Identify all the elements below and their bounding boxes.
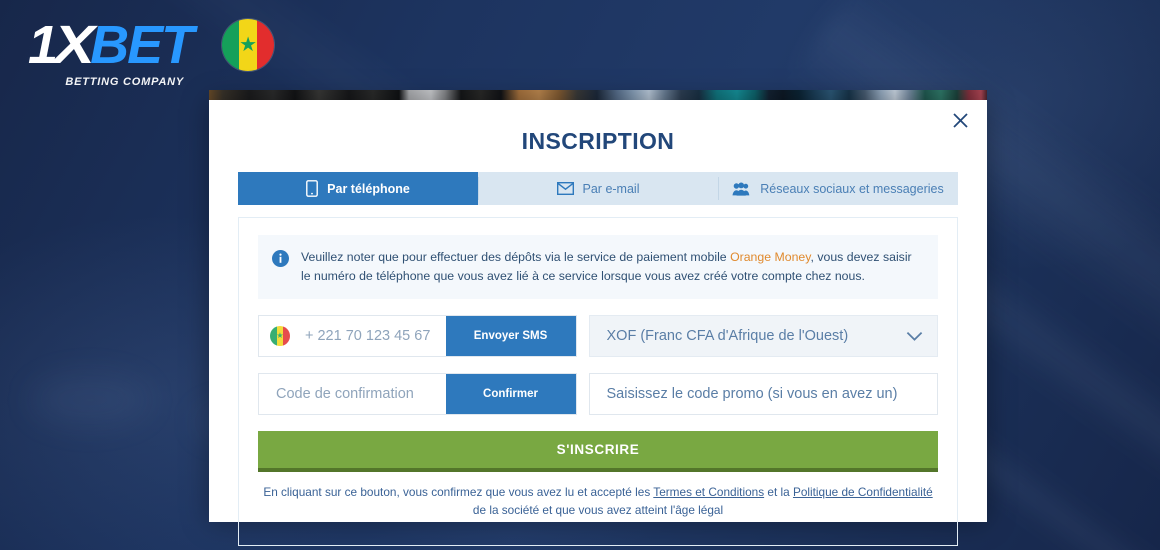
promo-code-field[interactable]: Saisissez le code promo (si vous en avez…	[588, 373, 938, 416]
background-blob	[30, 375, 150, 425]
registration-method-tabs: Par téléphone Par e-mail Réseaux sociaux…	[238, 172, 958, 205]
senegal-flag-icon: ★	[270, 326, 290, 347]
notice-text: Veuillez noter que pour effectuer des dé…	[301, 248, 924, 286]
brand-logo[interactable]: 1XBET BETTING COMPANY	[28, 15, 194, 88]
form-row-phone: ★ + 221 70 123 45 67 Envoyer SMS XOF (Fr…	[258, 315, 938, 358]
logo-one: 1	[28, 15, 58, 75]
senegal-flag-icon: ★	[222, 19, 275, 71]
confirmation-code-input[interactable]: Code de confirmation	[259, 374, 446, 414]
tab-par-telephone[interactable]: Par téléphone	[238, 172, 478, 205]
logo-wordmark: 1XBET	[28, 15, 194, 75]
info-icon	[272, 248, 289, 267]
people-icon	[732, 182, 751, 196]
phone-field-group: ★ + 221 70 123 45 67 Envoyer SMS	[258, 315, 577, 358]
country-flag-selector[interactable]: ★	[259, 316, 301, 356]
confirmation-field-group: Code de confirmation Confirmer	[258, 373, 577, 416]
tab-reseaux-sociaux[interactable]: Réseaux sociaux et messageries	[718, 172, 958, 205]
terms-part3: de la société et que vous avez atteint l…	[472, 502, 724, 517]
registration-modal: INSCRIPTION Par téléphone Par e-mail Rés…	[209, 100, 987, 547]
form-row-confirmation: Code de confirmation Confirmer Saisissez…	[258, 373, 938, 416]
terms-text: En cliquant sur ce bouton, vous confirme…	[258, 484, 938, 519]
terms-and-conditions-link[interactable]: Termes et Conditions	[653, 485, 764, 499]
tab-label: Réseaux sociaux et messageries	[760, 181, 944, 196]
page-root: 1XBET BETTING COMPANY ★ INSCRIPTION Par …	[0, 0, 1160, 550]
tab-label: Par e-mail	[582, 181, 640, 196]
currency-value: XOF (Franc CFA d'Afrique de l'Ouest)	[606, 328, 849, 345]
phone-icon	[306, 180, 319, 197]
registration-form: Veuillez noter que pour effectuer des dé…	[238, 217, 958, 547]
flag-band-red	[256, 19, 275, 71]
orange-money-link[interactable]: Orange Money	[730, 250, 810, 264]
logo-bet: BET	[90, 15, 194, 75]
terms-part1: En cliquant sur ce bouton, vous confirme…	[263, 485, 654, 500]
register-button[interactable]: S'INSCRIRE	[258, 431, 938, 473]
confirm-button[interactable]: Confirmer	[445, 374, 576, 415]
close-icon[interactable]	[947, 107, 973, 133]
flag-band-red	[283, 326, 290, 347]
logo-tagline: BETTING COMPANY	[65, 76, 185, 88]
currency-select[interactable]: XOF (Franc CFA d'Afrique de l'Ouest)	[588, 315, 938, 358]
send-sms-button[interactable]: Envoyer SMS	[445, 316, 576, 357]
tab-label: Par téléphone	[327, 181, 410, 196]
promo-code-input: Saisissez le code promo (si vous en avez…	[606, 386, 898, 403]
flag-star-icon: ★	[239, 34, 258, 56]
orange-money-notice: Veuillez noter que pour effectuer des dé…	[258, 235, 938, 300]
flag-star-icon: ★	[276, 331, 284, 341]
phone-input[interactable]: + 221 70 123 45 67	[301, 316, 446, 356]
chevron-down-icon	[906, 331, 923, 342]
flag-band-green	[222, 19, 240, 71]
envelope-icon	[556, 182, 574, 195]
notice-text-before: Veuillez noter que pour effectuer des dé…	[301, 250, 731, 264]
tab-par-email[interactable]: Par e-mail	[478, 172, 718, 205]
terms-part2: et la	[764, 485, 793, 500]
privacy-policy-link[interactable]: Politique de Confidentialité	[793, 485, 933, 499]
page-title: INSCRIPTION	[521, 128, 675, 154]
site-header: 1XBET BETTING COMPANY ★	[28, 15, 275, 88]
logo-x: X	[53, 15, 94, 75]
